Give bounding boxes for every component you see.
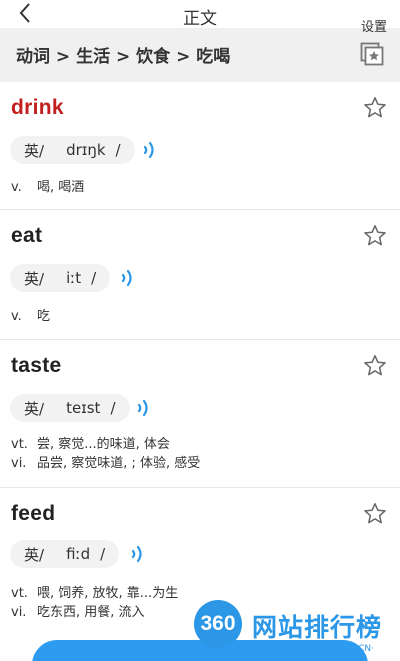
speaker-icon[interactable] xyxy=(128,542,148,566)
definition-line: vi. 吃东西, 用餐, 流入 xyxy=(11,605,145,620)
phonetic-slash: / xyxy=(100,545,106,563)
definition-line: vt. 尝, 察觉...的味道, 体会 xyxy=(11,437,170,452)
phonetic-lang: 英/ xyxy=(24,141,45,160)
star-icon[interactable] xyxy=(363,224,387,248)
definitions: vt. 尝, 察觉...的味道, 体会 vi. 品尝, 察觉味道, ; 体验, 感受 xyxy=(11,435,200,473)
speaker-icon[interactable] xyxy=(118,266,138,290)
star-icon[interactable] xyxy=(363,502,387,526)
definition-line: v. 吃 xyxy=(11,309,51,324)
definitions: v. 吃 xyxy=(11,307,50,326)
watermark: 360 网站排行榜 ·CN· xyxy=(194,600,400,654)
word-card-eat[interactable]: eat 英/ iːt / v. 吃 xyxy=(0,210,400,340)
star-icon[interactable] xyxy=(363,96,387,120)
phonetic-slash: / xyxy=(110,399,116,417)
phonetic-text: iːt xyxy=(66,269,82,287)
phonetic-text: teɪst xyxy=(66,399,101,417)
phonetic-chip: 英/ fiːd / xyxy=(10,540,120,568)
phonetic-lang: 英/ xyxy=(24,269,45,288)
word-title: feed xyxy=(11,502,56,525)
breadcrumb: 动词 > 生活 > 饮食 > 吃喝 xyxy=(16,47,231,67)
watermark-text: 网站排行榜 xyxy=(252,613,383,642)
watermark-suffix: ·CN· xyxy=(355,644,374,654)
phonetic-chip: 英/ iːt / xyxy=(10,264,111,292)
breadcrumb-bar: 动词 > 生活 > 饮食 > 吃喝 设置 xyxy=(0,20,400,82)
page-title: 正文 xyxy=(183,9,217,29)
phonetic-chip: 英/ teɪst / xyxy=(10,394,130,422)
top-bar: 正文 xyxy=(0,0,400,30)
watermark-badge: 360 xyxy=(194,600,242,648)
phonetic-slash: / xyxy=(115,141,121,159)
word-title: taste xyxy=(11,354,62,377)
phonetic-text: drɪŋk xyxy=(66,141,106,159)
speaker-icon[interactable] xyxy=(134,396,154,420)
star-icon[interactable] xyxy=(363,354,387,378)
word-title: drink xyxy=(11,96,64,119)
phonetic-lang: 英/ xyxy=(24,545,45,564)
speaker-icon[interactable] xyxy=(140,138,160,162)
word-title: eat xyxy=(11,224,43,247)
definitions: v. 喝, 喝酒 xyxy=(11,178,84,197)
settings-label[interactable]: 设置 xyxy=(361,16,387,35)
phonetic-text: fiːd xyxy=(66,545,91,563)
definition-line: vi. 品尝, 察觉味道, ; 体验, 感受 xyxy=(11,456,201,471)
definitions: vt. 喂, 饲养, 放牧, 靠...为生 vi. 吃东西, 用餐, 流入 xyxy=(11,584,178,622)
phonetic-chip: 英/ drɪŋk / xyxy=(10,136,135,164)
phonetic-slash: / xyxy=(91,269,97,287)
phonetic-lang: 英/ xyxy=(24,399,45,418)
word-card-taste[interactable]: taste 英/ teɪst / vt. 尝, 察觉...的味道, 体会 vi. 品… xyxy=(0,340,400,488)
word-card-drink[interactable]: drink 英/ drɪŋk / v. 喝, 喝酒 xyxy=(0,82,400,210)
collection-settings-icon[interactable] xyxy=(360,42,384,66)
definition-line: vt. 喂, 饲养, 放牧, 靠...为生 xyxy=(11,586,179,601)
definition-line: v. 喝, 喝酒 xyxy=(11,180,85,195)
